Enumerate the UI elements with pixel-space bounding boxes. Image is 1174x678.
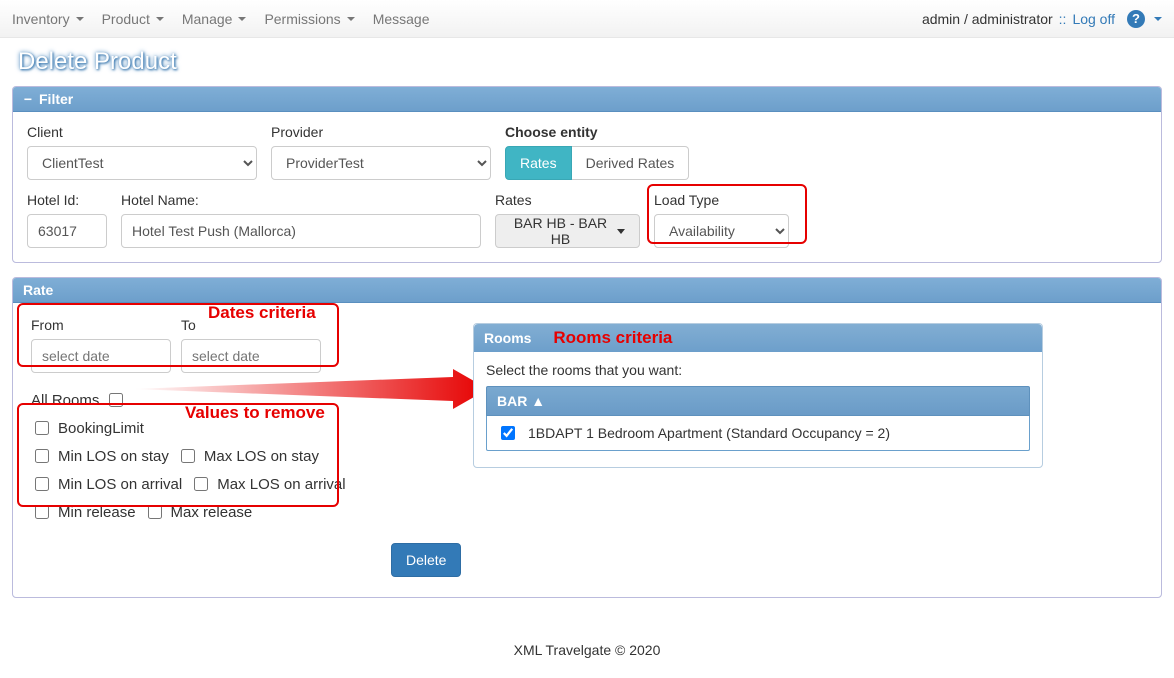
- navbar: Inventory Product Manage Permissions Mes…: [0, 0, 1174, 38]
- rate-header[interactable]: Rate: [13, 278, 1161, 303]
- filter-header[interactable]: − Filter: [13, 87, 1161, 112]
- rate-header-label: Rate: [23, 282, 53, 298]
- to-label: To: [181, 317, 321, 333]
- max-los-arrival-label: Max LOS on arrival: [217, 476, 345, 493]
- rates-label: Rates: [495, 192, 640, 208]
- caret-icon: [347, 17, 355, 21]
- help-icon[interactable]: ?: [1127, 10, 1145, 28]
- logoff-link[interactable]: Log off: [1072, 11, 1115, 27]
- entity-rates-button[interactable]: Rates: [505, 146, 572, 180]
- hotel-id-label: Hotel Id:: [27, 192, 107, 208]
- rooms-instruction: Select the rooms that you want:: [486, 362, 1030, 378]
- rate-panel: Rate From To Dates criteria All Rooms: [12, 277, 1162, 598]
- hotel-id-input[interactable]: [27, 214, 107, 248]
- min-los-stay-label: Min LOS on stay: [58, 448, 169, 465]
- nav-message[interactable]: Message: [373, 11, 430, 27]
- footer: XML Travelgate © 2020: [0, 612, 1174, 678]
- entity-derived-button[interactable]: Derived Rates: [572, 146, 690, 180]
- client-label: Client: [27, 124, 257, 140]
- from-date-input[interactable]: [31, 339, 171, 373]
- collapse-icon: −: [23, 91, 33, 107]
- min-release-checkbox[interactable]: [35, 505, 49, 519]
- to-date-input[interactable]: [181, 339, 321, 373]
- client-select[interactable]: ClientTest: [27, 146, 257, 180]
- rooms-header: Rooms Rooms criteria: [474, 324, 1042, 352]
- nav-product[interactable]: Product: [102, 11, 164, 27]
- rooms-panel: Rooms Rooms criteria Select the rooms th…: [473, 323, 1043, 468]
- max-los-stay-checkbox[interactable]: [181, 449, 195, 463]
- provider-label: Provider: [271, 124, 491, 140]
- choose-entity-label: Choose entity: [505, 124, 689, 140]
- room-row[interactable]: 1BDAPT 1 Bedroom Apartment (Standard Occ…: [486, 416, 1030, 451]
- caret-icon: [238, 17, 246, 21]
- separator: ::: [1059, 11, 1067, 27]
- hotel-name-input[interactable]: [121, 214, 481, 248]
- max-los-stay-label: Max LOS on stay: [204, 448, 319, 465]
- min-release-label: Min release: [58, 504, 136, 521]
- rates-dropdown[interactable]: BAR HB - BAR HB: [495, 214, 640, 248]
- all-rooms-checkbox[interactable]: [109, 393, 123, 407]
- hotel-name-label: Hotel Name:: [121, 192, 481, 208]
- max-release-label: Max release: [171, 504, 253, 521]
- all-rooms-label: All Rooms: [31, 392, 99, 409]
- bookinglimit-label: BookingLimit: [58, 420, 144, 437]
- from-label: From: [31, 317, 171, 333]
- delete-button[interactable]: Delete: [391, 543, 461, 577]
- caret-icon: [617, 229, 625, 234]
- min-los-arrival-label: Min LOS on arrival: [58, 476, 182, 493]
- nav-inventory[interactable]: Inventory: [12, 11, 84, 27]
- min-los-arrival-checkbox[interactable]: [35, 477, 49, 491]
- max-release-checkbox[interactable]: [148, 505, 162, 519]
- nav-permissions[interactable]: Permissions: [264, 11, 354, 27]
- page-title: Delete Product: [12, 44, 1162, 86]
- max-los-arrival-checkbox[interactable]: [194, 477, 208, 491]
- load-type-select[interactable]: Availability: [654, 214, 789, 248]
- caret-icon: [76, 17, 84, 21]
- min-los-stay-checkbox[interactable]: [35, 449, 49, 463]
- room-checkbox[interactable]: [501, 426, 515, 440]
- annotation-rooms-label: Rooms criteria: [553, 328, 672, 347]
- nav-manage[interactable]: Manage: [182, 11, 247, 27]
- user-label: admin / administrator: [922, 11, 1053, 27]
- bookinglimit-checkbox[interactable]: [35, 421, 49, 435]
- caret-icon: [156, 17, 164, 21]
- filter-panel: − Filter Client ClientTest Provider Prov…: [12, 86, 1162, 263]
- rooms-group-header[interactable]: BAR ▲: [486, 386, 1030, 416]
- room-label: 1BDAPT 1 Bedroom Apartment (Standard Occ…: [528, 425, 890, 441]
- provider-select[interactable]: ProviderTest: [271, 146, 491, 180]
- caret-icon: [1154, 17, 1162, 21]
- load-type-label: Load Type: [654, 192, 789, 208]
- filter-header-label: Filter: [39, 91, 73, 107]
